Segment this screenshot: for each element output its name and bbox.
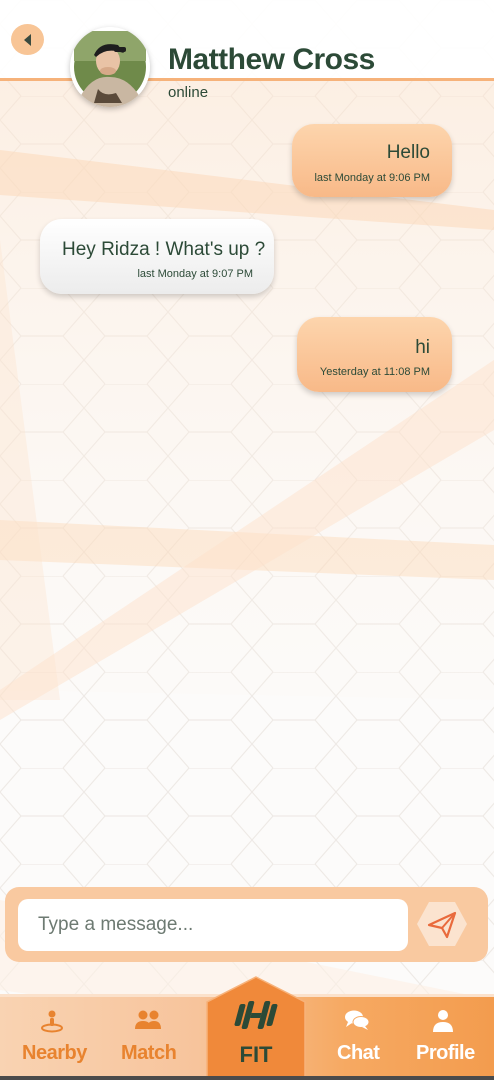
- nav-item-chat[interactable]: Chat: [334, 997, 384, 1080]
- nav-item-profile[interactable]: Profile: [414, 997, 475, 1080]
- chat-screen: Matthew Cross online Hello last Monday a…: [0, 0, 494, 1080]
- message-bubble-outgoing[interactable]: hi Yesterday at 11:08 PM: [297, 317, 452, 392]
- message-timestamp: last Monday at 9:07 PM: [137, 268, 253, 280]
- message-timestamp: last Monday at 9:06 PM: [314, 172, 430, 184]
- caret-left-icon: [23, 33, 31, 46]
- back-button[interactable]: [11, 24, 44, 55]
- nav-label-match: Match: [121, 1042, 177, 1064]
- nav-item-nearby[interactable]: Nearby: [18, 997, 87, 1080]
- user-icon: [433, 1010, 453, 1032]
- send-button[interactable]: [417, 901, 467, 947]
- contact-status: online: [168, 84, 209, 101]
- message-text: hi: [415, 337, 430, 358]
- avatar-photo: [70, 27, 150, 107]
- message-bubble-incoming[interactable]: Hey Ridza ! What's up ? last Monday at 9…: [40, 219, 274, 294]
- nav-label-fit: FIT: [239, 1042, 273, 1067]
- nav-label-profile: Profile: [416, 1042, 475, 1064]
- nav-item-fit[interactable]: FIT: [205, 976, 307, 1080]
- nav-label-nearby: Nearby: [22, 1042, 87, 1064]
- location-person-icon: [41, 1010, 63, 1033]
- message-bubble-outgoing[interactable]: Hello last Monday at 9:06 PM: [292, 124, 452, 197]
- nav-item-match[interactable]: Match: [118, 997, 178, 1080]
- send-icon: [417, 902, 467, 946]
- message-text: Hello: [386, 142, 430, 163]
- bottom-edge: [0, 1076, 494, 1080]
- message-input[interactable]: [18, 899, 408, 951]
- comments-icon: [345, 1010, 370, 1030]
- message-composer: [5, 887, 488, 962]
- contact-name[interactable]: Matthew Cross: [168, 43, 375, 77]
- dumbbell-icon: [234, 1001, 278, 1029]
- contact-avatar[interactable]: [70, 27, 150, 107]
- message-timestamp: Yesterday at 11:08 PM: [319, 366, 430, 378]
- nav-label-chat: Chat: [337, 1042, 380, 1064]
- users-icon: [135, 1010, 161, 1029]
- message-text: Hey Ridza ! What's up ?: [62, 239, 266, 260]
